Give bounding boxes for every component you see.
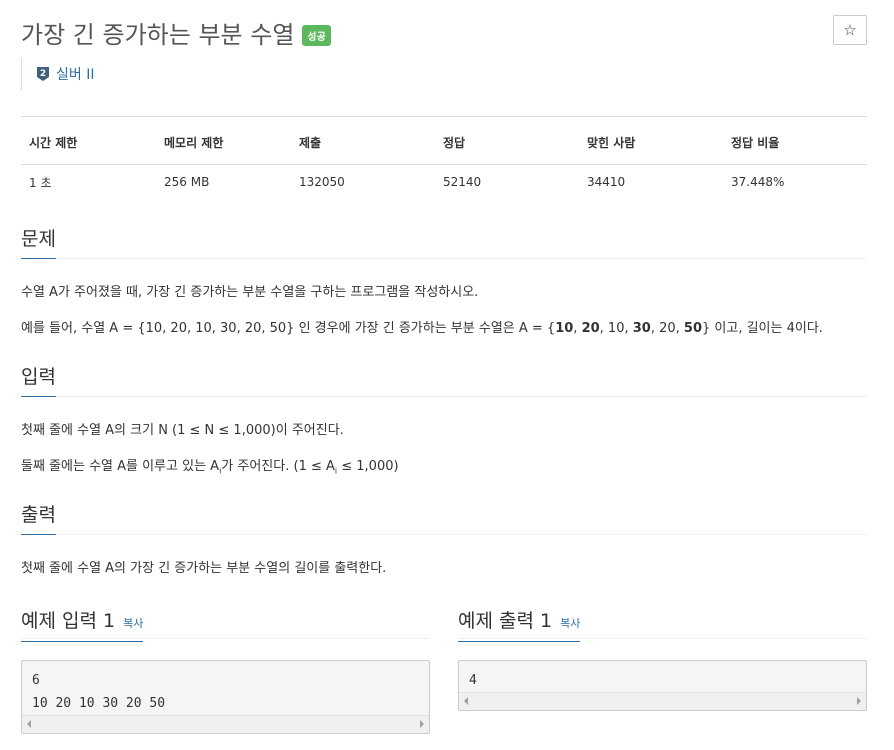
sample-input-box[interactable]: 6 10 20 10 30 20 50 [21,660,430,734]
problem-title: 가장 긴 증가하는 부분 수열 [21,20,295,49]
tier-number: 2 [40,69,46,79]
input-line-1: 첫째 줄에 수열 A의 크기 N (1 ≤ N ≤ 1,000)이 주어진다. [21,423,344,438]
output-description: 첫째 줄에 수열 A의 가장 긴 증가하는 부분 수열의 길이를 출력한다. [21,535,867,578]
horizontal-scrollbar[interactable] [22,715,429,733]
info-header-row: 시간 제한 메모리 제한 제출 정답 맞힌 사람 정답 비율 [21,116,867,165]
sample-header: 예제 입력 1 복사 [21,600,430,642]
input-section: 입력 첫째 줄에 수열 A의 크기 N (1 ≤ N ≤ 1,000)이 주어진… [21,360,867,481]
sample-output-panel: 예제 출력 1 복사 4 [458,600,867,711]
scroll-right-icon[interactable] [857,697,861,705]
section-title-input: 입력 [21,362,56,397]
sample-header: 예제 출력 1 복사 [458,600,867,642]
copy-sample-input-button[interactable]: 복사 [123,615,143,631]
info-value-row: 1 초 256 MB 132050 52140 34410 37.448% [21,165,867,200]
horizontal-scrollbar[interactable] [459,692,866,710]
header-time-limit: 시간 제한 [21,116,156,165]
value-time-limit: 1 초 [29,175,52,190]
tier-badge-icon: 2 [37,67,49,81]
output-line-1: 첫째 줄에 수열 A의 가장 긴 증가하는 부분 수열의 길이를 출력한다. [21,561,387,576]
tier-info: 2 실버 II [21,58,94,90]
header-ratio: 정답 비율 [723,116,867,165]
problem-description: 수열 A가 주어졌을 때, 가장 긴 증가하는 부분 수열을 구하는 프로그램을… [21,259,867,338]
section-title-problem: 문제 [21,224,56,259]
status-badge: 성공 [302,24,331,46]
scroll-left-icon[interactable] [464,697,468,705]
scroll-right-icon[interactable] [420,720,424,728]
sample-output-title: 예제 출력 1 복사 [458,606,581,642]
section-header: 입력 [21,360,867,397]
sample-output-box[interactable]: 4 [458,660,867,711]
input-description: 첫째 줄에 수열 A의 크기 N (1 ≤ N ≤ 1,000)이 주어진다. … [21,397,867,481]
scroll-left-icon[interactable] [27,720,31,728]
section-title-output: 출력 [21,500,56,535]
problem-description-section: 문제 수열 A가 주어졌을 때, 가장 긴 증가하는 부분 수열을 구하는 프로… [21,222,867,338]
description-line-2: 예를 들어, 수열 A = {10, 20, 10, 30, 20, 50} 인… [21,321,823,336]
input-line-2: 둘째 줄에는 수열 A를 이루고 있는 Ai가 주어진다. (1 ≤ Ai ≤ … [21,459,399,476]
header-memory-limit: 메모리 제한 [156,116,291,165]
sample-output-line: 4 [469,673,477,688]
value-solved-users: 34410 [587,175,626,189]
section-header: 문제 [21,222,867,259]
header-accepted: 정답 [435,116,579,165]
star-icon: ☆ [843,21,857,39]
problem-info-table: 시간 제한 메모리 제한 제출 정답 맞힌 사람 정답 비율 1 초 256 M… [21,116,867,199]
title-row: 가장 긴 증가하는 부분 수열 성공 [21,15,331,49]
header-solved-users: 맞힌 사람 [579,116,723,165]
sample-input-line: 10 20 10 30 20 50 [32,696,166,711]
tier-label[interactable]: 실버 II [56,64,94,84]
value-memory-limit: 256 MB [164,175,210,189]
favorite-star-button[interactable]: ☆ [833,15,867,45]
sample-input-line: 6 [32,673,40,688]
section-header: 출력 [21,498,867,535]
output-section: 출력 첫째 줄에 수열 A의 가장 긴 증가하는 부분 수열의 길이를 출력한다… [21,498,867,578]
value-accepted: 52140 [443,175,482,189]
value-submissions: 132050 [299,175,345,189]
description-line-1: 수열 A가 주어졌을 때, 가장 긴 증가하는 부분 수열을 구하는 프로그램을… [21,285,479,300]
copy-sample-output-button[interactable]: 복사 [560,615,580,631]
sample-input-title: 예제 입력 1 복사 [21,606,144,642]
header-submissions: 제출 [291,116,435,165]
sample-input-panel: 예제 입력 1 복사 6 10 20 10 30 20 50 [21,600,430,734]
value-ratio: 37.448% [731,175,785,189]
